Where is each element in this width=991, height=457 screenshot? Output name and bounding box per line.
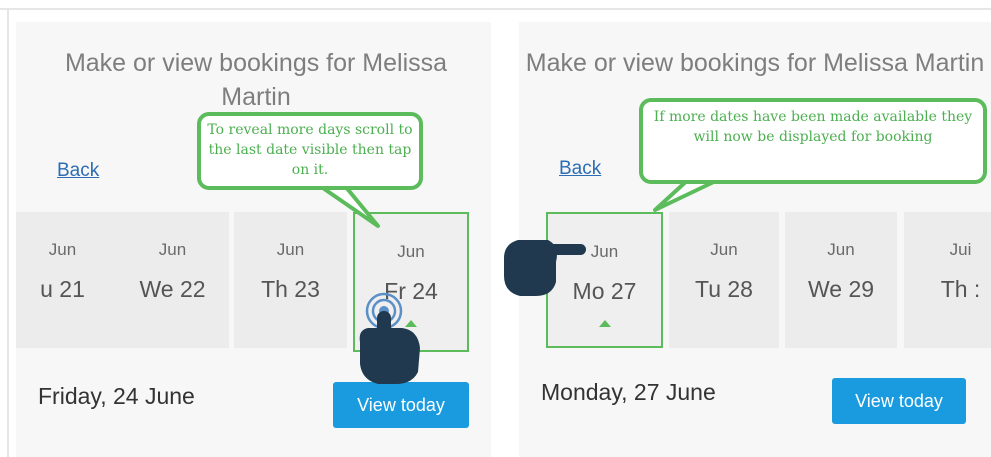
date-tile-29[interactable]: Jun We 29	[785, 212, 897, 348]
back-link[interactable]: Back	[57, 160, 99, 182]
date-day: Th :	[940, 276, 981, 302]
date-day: Tu 28	[695, 276, 753, 302]
date-day: Fr 24	[384, 278, 438, 304]
callout-instruction-left: To reveal more days scroll to the last d…	[197, 112, 423, 190]
date-day: Mo 27	[572, 278, 637, 304]
date-day: We 29	[807, 276, 875, 302]
date-tile-30[interactable]: Jui Th :	[904, 212, 991, 348]
date-day: Th 23	[261, 276, 320, 302]
date-tile-23[interactable]: Jun Th 23	[234, 212, 347, 348]
date-day: u 21	[40, 276, 85, 302]
date-month: Jun	[397, 242, 425, 261]
booking-panel-before: Make or view bookings for Melissa Martin…	[16, 22, 491, 457]
date-strip: Jun u 21 Jun We 22 Jun Th 23 Jun Fr 24	[16, 212, 491, 352]
selected-caret-icon	[598, 320, 611, 327]
date-tile-28[interactable]: Jun Tu 28	[669, 212, 779, 348]
date-strip: Jun Mo 27 Jun Tu 28 Jun We 29 Jui Th :	[519, 212, 991, 348]
date-month: Jun	[590, 242, 619, 261]
view-today-button[interactable]: View today	[832, 378, 966, 424]
date-month: Jui	[949, 240, 972, 259]
view-today-button[interactable]: View today	[333, 382, 469, 428]
date-month: Jun	[48, 240, 77, 259]
selected-caret-icon	[405, 320, 417, 327]
date-tile-27-selected[interactable]: Jun Mo 27	[546, 212, 663, 348]
back-link[interactable]: Back	[559, 158, 601, 180]
selected-date-heading: Monday, 27 June	[541, 379, 716, 405]
frame-top-border	[0, 8, 991, 10]
frame-left-border	[7, 8, 9, 457]
date-month: Jun	[827, 240, 855, 259]
date-day: We 22	[139, 276, 206, 302]
date-tile-22[interactable]: Jun We 22	[116, 212, 229, 348]
date-month: Jun	[710, 240, 738, 259]
page-title: Make or view bookings for Melissa Martin	[64, 49, 448, 111]
date-month: Jun	[158, 240, 187, 259]
date-tile-21[interactable]: Jun u 21	[16, 212, 119, 348]
page-title: Make or view bookings for Melissa Martin	[525, 49, 985, 77]
selected-date-heading: Friday, 24 June	[38, 383, 195, 409]
callout-instruction-right: If more dates have been made available t…	[639, 98, 987, 184]
booking-panel-after: Make or view bookings for Melissa Martin…	[519, 22, 991, 457]
date-month: Jun	[276, 240, 305, 259]
date-tile-24-selected[interactable]: Jun Fr 24	[353, 212, 469, 352]
